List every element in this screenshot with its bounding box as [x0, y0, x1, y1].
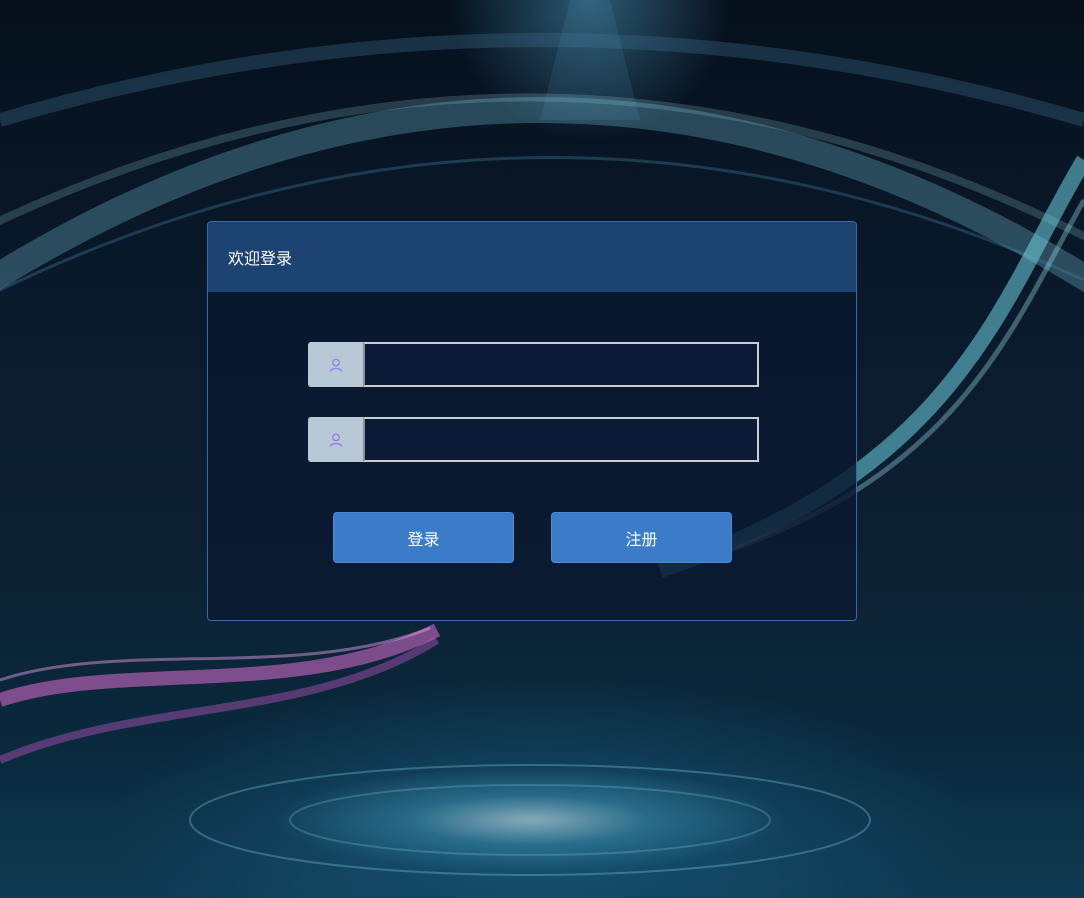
- user-icon: [308, 417, 363, 462]
- username-input[interactable]: [363, 342, 759, 387]
- register-button[interactable]: 注册: [551, 512, 732, 563]
- password-input[interactable]: [363, 417, 759, 462]
- panel-title: 欢迎登录: [228, 249, 293, 268]
- username-field: [308, 342, 759, 387]
- password-field: [308, 417, 759, 462]
- user-icon: [308, 342, 363, 387]
- login-panel: 欢迎登录 登录 注册: [207, 221, 857, 621]
- login-button[interactable]: 登录: [333, 512, 514, 563]
- panel-header: 欢迎登录: [208, 222, 856, 292]
